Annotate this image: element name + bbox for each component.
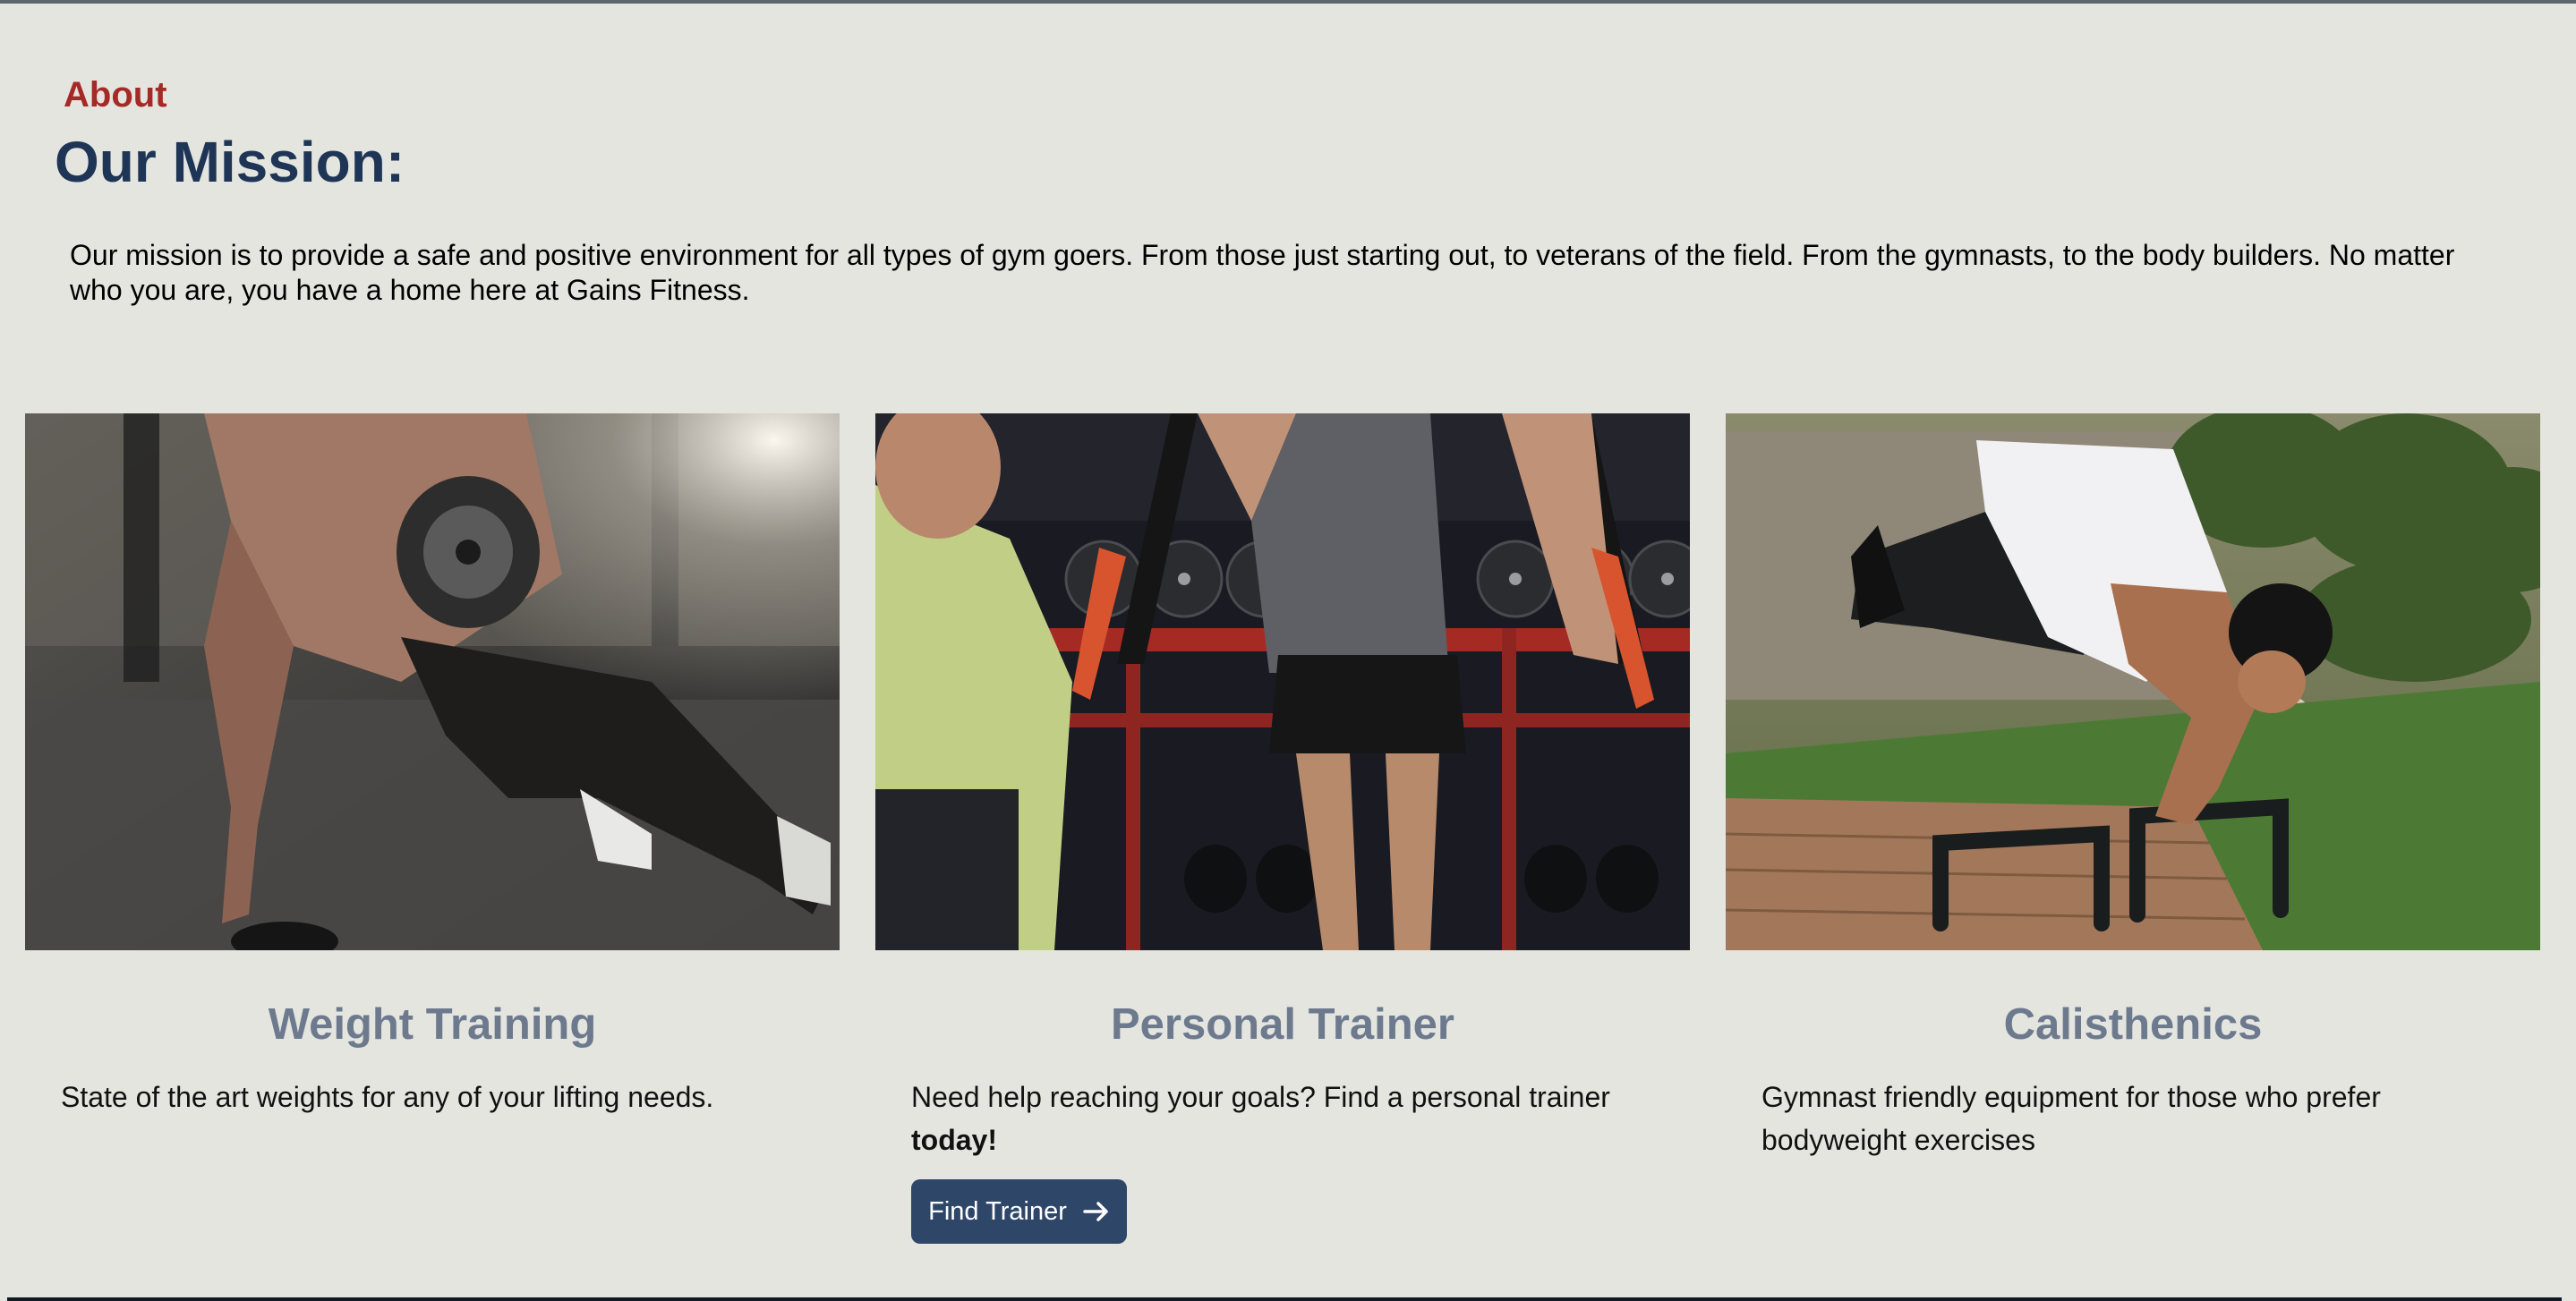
arrow-right-icon xyxy=(1083,1201,1110,1222)
card-description: Need help reaching your goals? Find a pe… xyxy=(911,1076,1672,1161)
weight-training-image xyxy=(25,413,840,950)
mission-text: Our mission is to provide a safe and pos… xyxy=(70,239,2455,306)
find-trainer-button[interactable]: Find Trainer xyxy=(911,1179,1127,1244)
card-title: Calisthenics xyxy=(2003,1000,2263,1049)
card-description-text: Need help reaching your goals? Find a pe… xyxy=(911,1081,1610,1113)
card-title: Weight Training xyxy=(268,1000,597,1049)
footer-edge xyxy=(7,1297,2562,1301)
service-card-personal-trainer: Personal Trainer Need help reaching your… xyxy=(875,413,1690,1272)
mission-heading: Our Mission: xyxy=(55,130,405,194)
service-card-weight-training: Weight Training State of the art weights… xyxy=(25,413,840,1272)
calisthenics-image xyxy=(1726,413,2540,950)
card-description-emphasis: today! xyxy=(911,1124,997,1156)
section-label: About xyxy=(64,75,167,115)
card-description: State of the art weights for any of your… xyxy=(61,1081,714,1113)
personal-trainer-image xyxy=(875,413,1690,950)
card-title: Personal Trainer xyxy=(1110,1000,1454,1049)
card-description: Gymnast friendly equipment for those who… xyxy=(1761,1081,2381,1156)
service-card-calisthenics: Calisthenics Gymnast friendly equipment … xyxy=(1726,413,2540,1272)
about-section: About Our Mission: Our mission is to pro… xyxy=(0,0,2576,1301)
find-trainer-button-label: Find Trainer xyxy=(928,1196,1067,1226)
